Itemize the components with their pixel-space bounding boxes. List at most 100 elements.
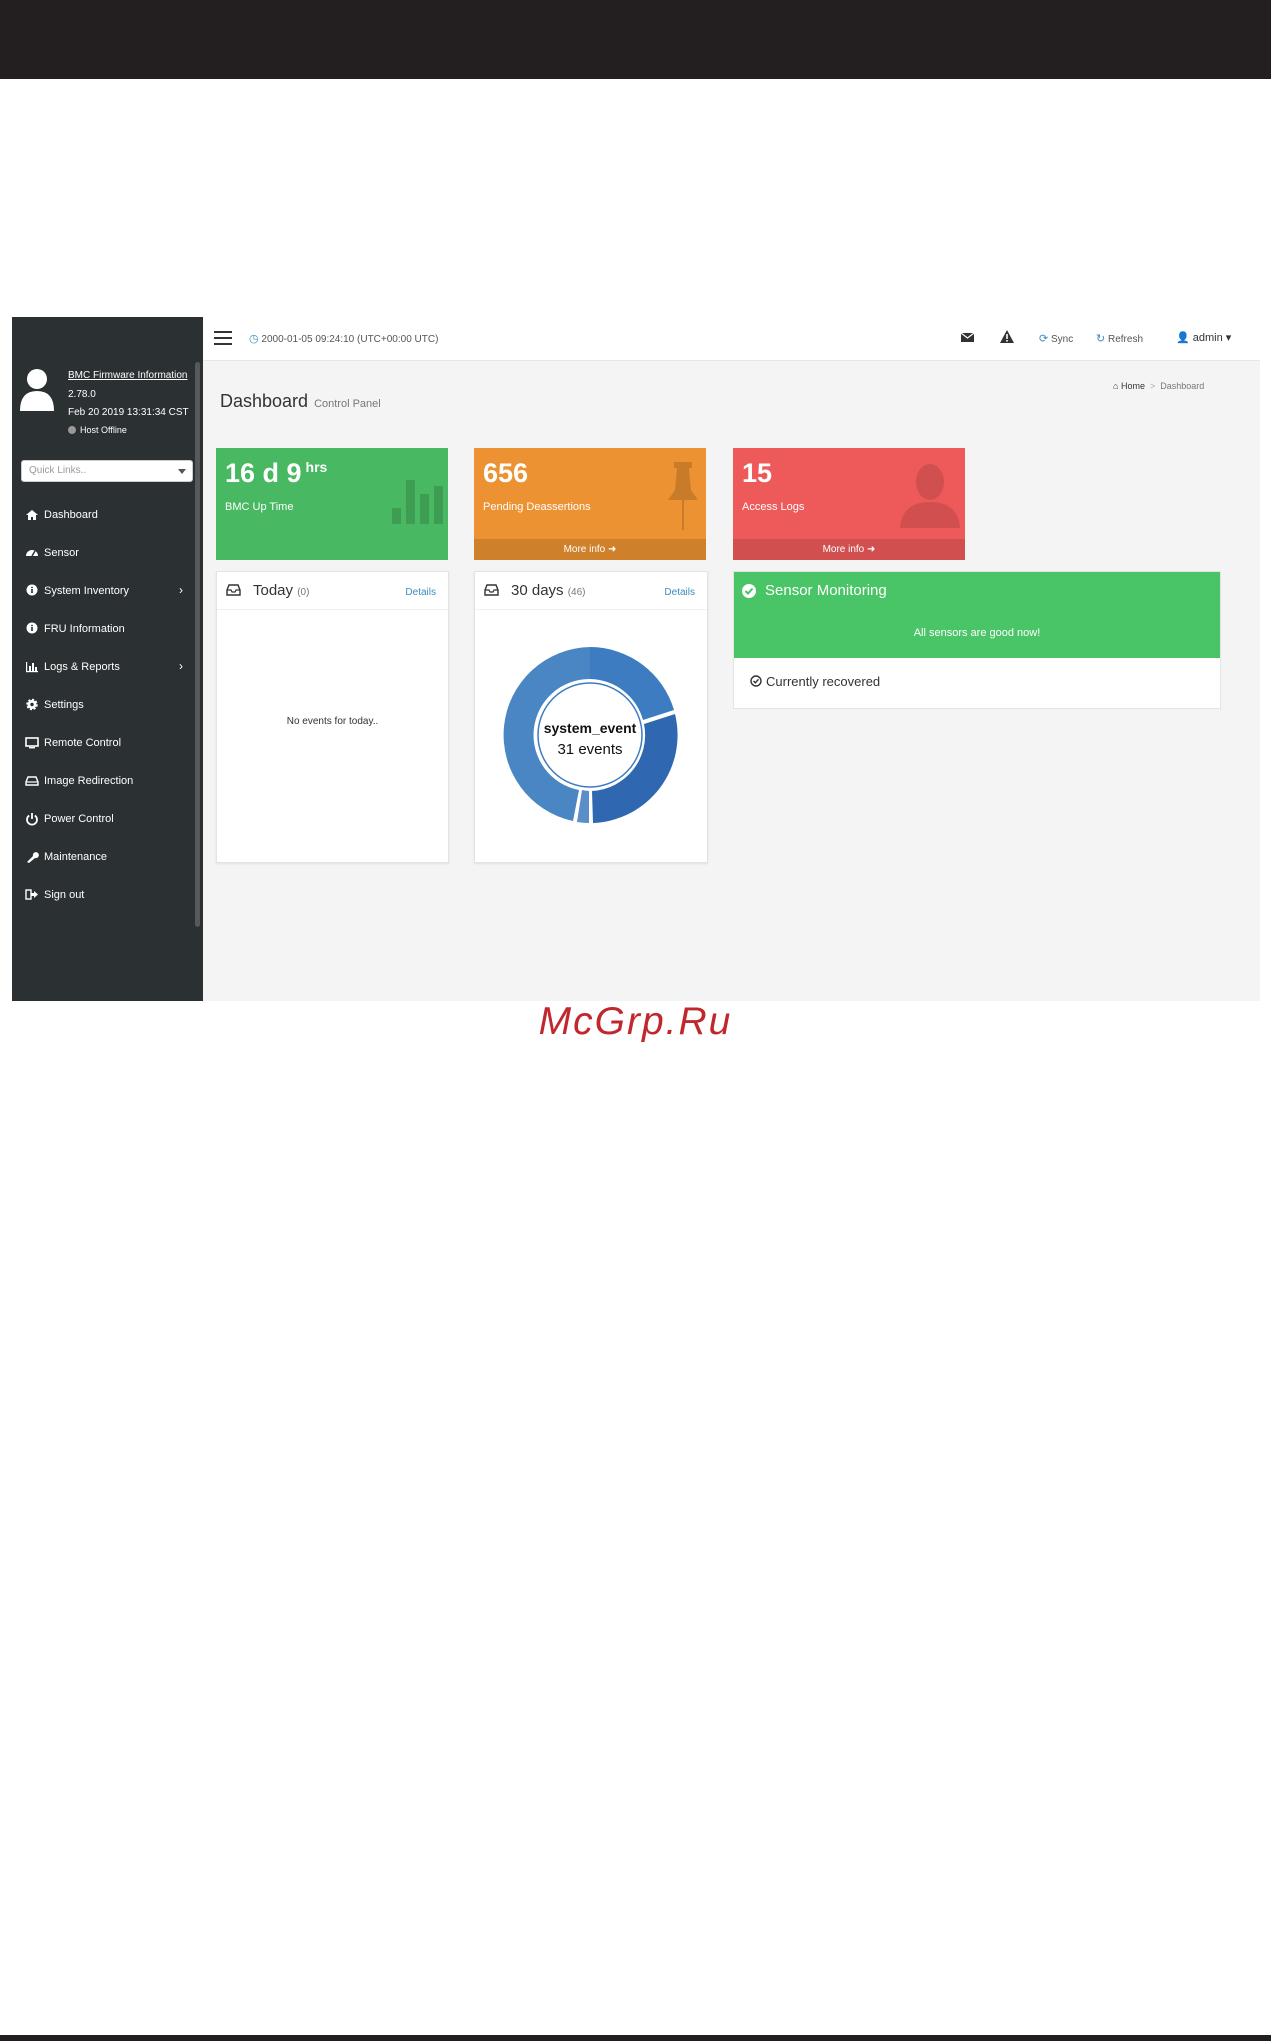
monitor-icon: [25, 737, 39, 749]
uptime-label: BMC Up Time: [225, 501, 294, 513]
more-info-label: More info: [563, 544, 606, 555]
check-circle-outline-icon: [750, 675, 762, 687]
recovered-text: Currently recovered: [766, 674, 881, 689]
envelope-icon[interactable]: [960, 330, 975, 345]
sensor-monitoring-header: Sensor Monitoring All sensors are good n…: [734, 572, 1220, 658]
access-logs-more-info-link[interactable]: More info ➜: [733, 539, 965, 560]
sidebar-item-image-redirection[interactable]: Image Redirection: [12, 770, 195, 808]
breadcrumb-separator: >: [1149, 381, 1156, 391]
page-title: Dashboard Control Panel: [220, 391, 381, 412]
quick-links-select[interactable]: Quick Links..: [21, 460, 193, 482]
dashboard-icon: [26, 510, 38, 520]
sidebar-item-label: Image Redirection: [44, 775, 134, 787]
drive-icon: [25, 776, 39, 786]
bmc-web-ui-screenshot: BMC Firmware Information 2.78.0 Feb 20 2…: [12, 317, 1260, 1001]
page-subtitle: Control Panel: [314, 398, 381, 410]
caret-down-icon: ▾: [1225, 332, 1232, 344]
thirty-days-events-panel: 30 days (46) Details system_event 31 eve…: [474, 571, 708, 863]
sidebar-item-fru-information[interactable]: FRU Information: [12, 618, 195, 656]
sensor-monitoring-panel: Sensor Monitoring All sensors are good n…: [733, 571, 1221, 709]
no-events-message: No events for today..: [286, 716, 379, 727]
refresh-button[interactable]: ↻ Refresh: [1096, 332, 1143, 345]
caret-down-icon: [178, 469, 186, 474]
firmware-date: Feb 20 2019 13:31:34 CST: [68, 407, 189, 418]
access-logs-label: Access Logs: [742, 501, 805, 513]
sync-icon: ⟳: [1039, 333, 1049, 345]
uptime-unit: hrs: [305, 459, 328, 475]
today-count: (0): [297, 587, 310, 598]
sidebar-item-label: Sensor: [44, 547, 79, 559]
watermark: McGrp.Ru: [538, 1000, 733, 1043]
uptime-stat-box: 16 d 9 hrs BMC Up Time: [216, 448, 448, 560]
access-logs-value: 15: [742, 458, 773, 488]
inbox-icon: [226, 584, 241, 596]
sidebar-item-label: Logs & Reports: [44, 661, 120, 673]
sidebar-item-label: Dashboard: [44, 509, 98, 521]
sidebar-scrollbar[interactable]: [195, 362, 200, 927]
bar-chart-icon: [26, 662, 38, 673]
menu-toggle-icon[interactable]: [214, 331, 232, 345]
user-avatar-icon: [20, 369, 54, 411]
event-donut-chart[interactable]: system_event 31 events: [499, 644, 681, 826]
donut-center-subtitle: 31 events: [557, 741, 622, 758]
today-panel-header: Today (0) Details: [217, 572, 448, 610]
deassertions-value: 656: [483, 458, 529, 488]
chevron-right-icon: ›: [179, 659, 183, 673]
firmware-info-link[interactable]: BMC Firmware Information: [68, 370, 187, 381]
deassertions-more-info-link[interactable]: More info ➜: [474, 539, 706, 560]
refresh-icon: ↻: [1096, 333, 1106, 345]
sidebar-item-system-inventory[interactable]: System Inventory ›: [12, 580, 195, 618]
sidebar-item-maintenance[interactable]: Maintenance: [12, 846, 195, 884]
warning-icon[interactable]: [999, 329, 1015, 345]
arrow-circle-right-icon: ➜: [867, 544, 876, 555]
info-icon: [26, 622, 38, 634]
sidebar-item-label: Sign out: [44, 889, 85, 901]
more-info-label: More info: [822, 544, 865, 555]
sidebar-menu: Dashboard Sensor System Inventory › FRU …: [12, 504, 195, 922]
sidebar-item-logs-reports[interactable]: Logs & Reports ›: [12, 656, 195, 694]
sidebar: BMC Firmware Information 2.78.0 Feb 20 2…: [12, 317, 203, 1001]
check-circle-icon: [742, 584, 756, 598]
today-title-text: Today: [253, 582, 294, 599]
today-events-panel: Today (0) Details No events for today..: [216, 571, 449, 863]
home-icon: ⌂: [1113, 381, 1119, 391]
breadcrumb: ⌂ Home > Dashboard: [1113, 381, 1204, 391]
sync-label: Sync: [1051, 334, 1074, 345]
sidebar-item-label: FRU Information: [44, 623, 125, 635]
sign-out-icon: [25, 889, 38, 900]
info-icon: [26, 584, 38, 596]
user-panel: BMC Firmware Information 2.78.0 Feb 20 2…: [12, 367, 192, 442]
donut-segment-small: [577, 790, 589, 823]
today-details-link[interactable]: Details: [405, 587, 436, 598]
donut-segment-system-event: [590, 647, 674, 720]
days-details-link[interactable]: Details: [664, 587, 695, 598]
wrench-icon: [27, 852, 39, 863]
sensor-status-message: All sensors are good now!: [913, 627, 1041, 639]
document-footer-line: [0, 2035, 1271, 2041]
sidebar-item-sensor[interactable]: Sensor: [12, 542, 195, 580]
sidebar-item-label: Settings: [44, 699, 84, 711]
sidebar-item-settings[interactable]: Settings: [12, 694, 195, 732]
sidebar-item-label: Maintenance: [44, 851, 107, 863]
user-icon: 👤: [1176, 332, 1190, 344]
donut-center-title: system_event: [544, 720, 637, 736]
firmware-version: 2.78.0: [68, 389, 96, 400]
gear-icon: [26, 698, 38, 711]
host-status-text: Host Offline: [80, 425, 127, 435]
sidebar-item-remote-control[interactable]: Remote Control: [12, 732, 195, 770]
sidebar-item-label: System Inventory: [44, 585, 129, 597]
sidebar-item-label: Power Control: [44, 813, 114, 825]
breadcrumb-home-link[interactable]: Home: [1121, 381, 1145, 391]
sidebar-item-sign-out[interactable]: Sign out: [12, 884, 195, 922]
sidebar-item-power-control[interactable]: Power Control: [12, 808, 195, 846]
user-icon: [900, 464, 960, 528]
days-panel-header: 30 days (46) Details: [475, 572, 707, 610]
pending-deassertions-stat-box: 656 Pending Deassertions More info ➜: [474, 448, 706, 560]
days-title-text: 30 days: [511, 582, 564, 599]
document-header-bar: [0, 0, 1271, 79]
deassertions-label: Pending Deassertions: [483, 501, 591, 513]
sidebar-item-dashboard[interactable]: Dashboard: [12, 504, 195, 542]
sync-button[interactable]: ⟳ Sync: [1039, 332, 1073, 345]
user-menu[interactable]: 👤 admin ▾: [1176, 331, 1231, 344]
clock-icon: ◷: [249, 333, 259, 345]
